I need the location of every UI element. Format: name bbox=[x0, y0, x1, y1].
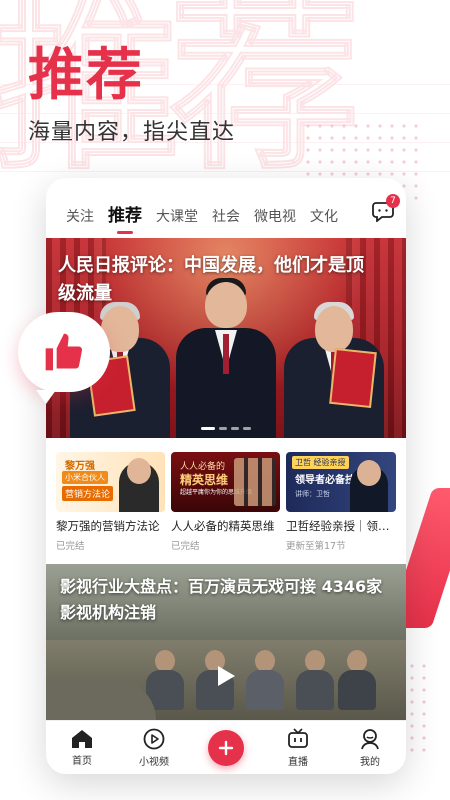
course-thumbnail: 人人必备的 精英思维 超越平庸你为你的思维升级 bbox=[171, 452, 280, 512]
carousel-dot[interactable] bbox=[219, 427, 227, 430]
video-card[interactable]: 影视行业大盘点：百万演员无戏可接 4346家影视机构注销 bbox=[46, 564, 406, 720]
course-title: 黎万强的营销方法论 bbox=[56, 519, 160, 533]
hero-title: 人民日报评论：中国发展，他们才是顶级流量 bbox=[58, 255, 364, 304]
hero-certificate-right bbox=[329, 347, 377, 409]
course-thumbnail: 黎万强 小米合伙人 营销方法论 bbox=[56, 452, 165, 512]
carousel-dot[interactable] bbox=[243, 427, 251, 430]
publish-button[interactable] bbox=[208, 729, 244, 766]
course-thumbnail: 卫哲 经验亲授 领导者必备技能 讲师：卫哲 bbox=[286, 452, 396, 512]
video-figure bbox=[338, 650, 376, 710]
messages-button[interactable]: 7 bbox=[372, 194, 400, 223]
course-status: 已完结 bbox=[171, 541, 200, 552]
course-card[interactable]: 人人必备的 精英思维 超越平庸你为你的思维升级 人人必备的精英思维 已完结 bbox=[171, 452, 280, 552]
play-icon bbox=[218, 666, 235, 686]
nav-short-video-label: 小视频 bbox=[139, 756, 169, 768]
tv-icon bbox=[288, 727, 308, 748]
course-status: 已完结 bbox=[56, 541, 85, 552]
thumbs-up-icon bbox=[45, 333, 83, 371]
tab-recommend[interactable]: 推荐 bbox=[108, 201, 142, 226]
course-card[interactable]: 黎万强 小米合伙人 营销方法论 黎万强的营销方法论 已完结 bbox=[56, 452, 165, 552]
user-icon bbox=[361, 728, 379, 749]
category-tabs: 关注 推荐 大课堂 社会 微电视 文化 7 bbox=[46, 178, 406, 238]
course-status: 更新至第17节 bbox=[286, 541, 346, 552]
phone-screen: 关注 推荐 大课堂 社会 微电视 文化 7 人民日报评论：中国发展，他们才是顶级… bbox=[46, 178, 406, 774]
course-thumb-face bbox=[357, 460, 381, 486]
tab-classroom[interactable]: 大课堂 bbox=[156, 206, 198, 226]
course-thumb-text: 讲师：卫哲 bbox=[295, 490, 330, 498]
page-title: 推荐 bbox=[28, 43, 144, 108]
carousel-dot[interactable] bbox=[201, 427, 215, 430]
course-thumb-text: 卫哲 经验亲授 bbox=[292, 456, 349, 469]
course-thumb-portraits bbox=[234, 458, 276, 506]
course-thumb-text: 营销方法论 bbox=[62, 486, 114, 501]
tab-follow[interactable]: 关注 bbox=[66, 206, 94, 226]
nav-mine-label: 我的 bbox=[360, 756, 380, 768]
course-title: 人人必备的精英思维 bbox=[171, 519, 275, 533]
nav-mine[interactable]: 我的 bbox=[342, 728, 398, 768]
messages-badge: 7 bbox=[386, 194, 400, 208]
course-list: 黎万强 小米合伙人 营销方法论 黎万强的营销方法论 已完结 人人必备的 精英思维… bbox=[46, 438, 406, 552]
nav-live[interactable]: 直播 bbox=[270, 727, 326, 768]
video-figure bbox=[296, 650, 334, 710]
thumbs-up-bubble bbox=[18, 312, 110, 404]
bottom-navigation: 首页 小视频 直播 我的 bbox=[46, 720, 406, 774]
tab-society[interactable]: 社会 bbox=[212, 206, 240, 226]
course-thumb-text: 小米合伙人 bbox=[62, 471, 108, 484]
course-thumb-face bbox=[127, 458, 151, 484]
play-button[interactable] bbox=[206, 656, 246, 696]
carousel-indicator bbox=[46, 427, 406, 430]
play-circle-icon bbox=[143, 728, 165, 749]
tab-micro-tv[interactable]: 微电视 bbox=[254, 206, 296, 226]
home-icon bbox=[72, 729, 92, 748]
nav-publish[interactable] bbox=[198, 729, 254, 766]
carousel-dot[interactable] bbox=[231, 427, 239, 430]
page-subtitle: 海量内容，指尖直达 bbox=[28, 120, 236, 145]
nav-live-label: 直播 bbox=[288, 756, 308, 768]
nav-home[interactable]: 首页 bbox=[54, 729, 110, 767]
video-title: 影视行业大盘点：百万演员无戏可接 4346家影视机构注销 bbox=[60, 577, 383, 622]
course-card[interactable]: 卫哲 经验亲授 领导者必备技能 讲师：卫哲 卫哲经验亲授｜领导者必备技能 更新至… bbox=[286, 452, 396, 552]
nav-short-video[interactable]: 小视频 bbox=[126, 728, 182, 768]
course-title: 卫哲经验亲授｜领导者必备技能 bbox=[286, 519, 396, 533]
video-figure bbox=[246, 650, 284, 710]
plus-icon bbox=[218, 740, 234, 755]
nav-home-label: 首页 bbox=[72, 755, 92, 767]
tab-culture[interactable]: 文化 bbox=[310, 206, 338, 226]
